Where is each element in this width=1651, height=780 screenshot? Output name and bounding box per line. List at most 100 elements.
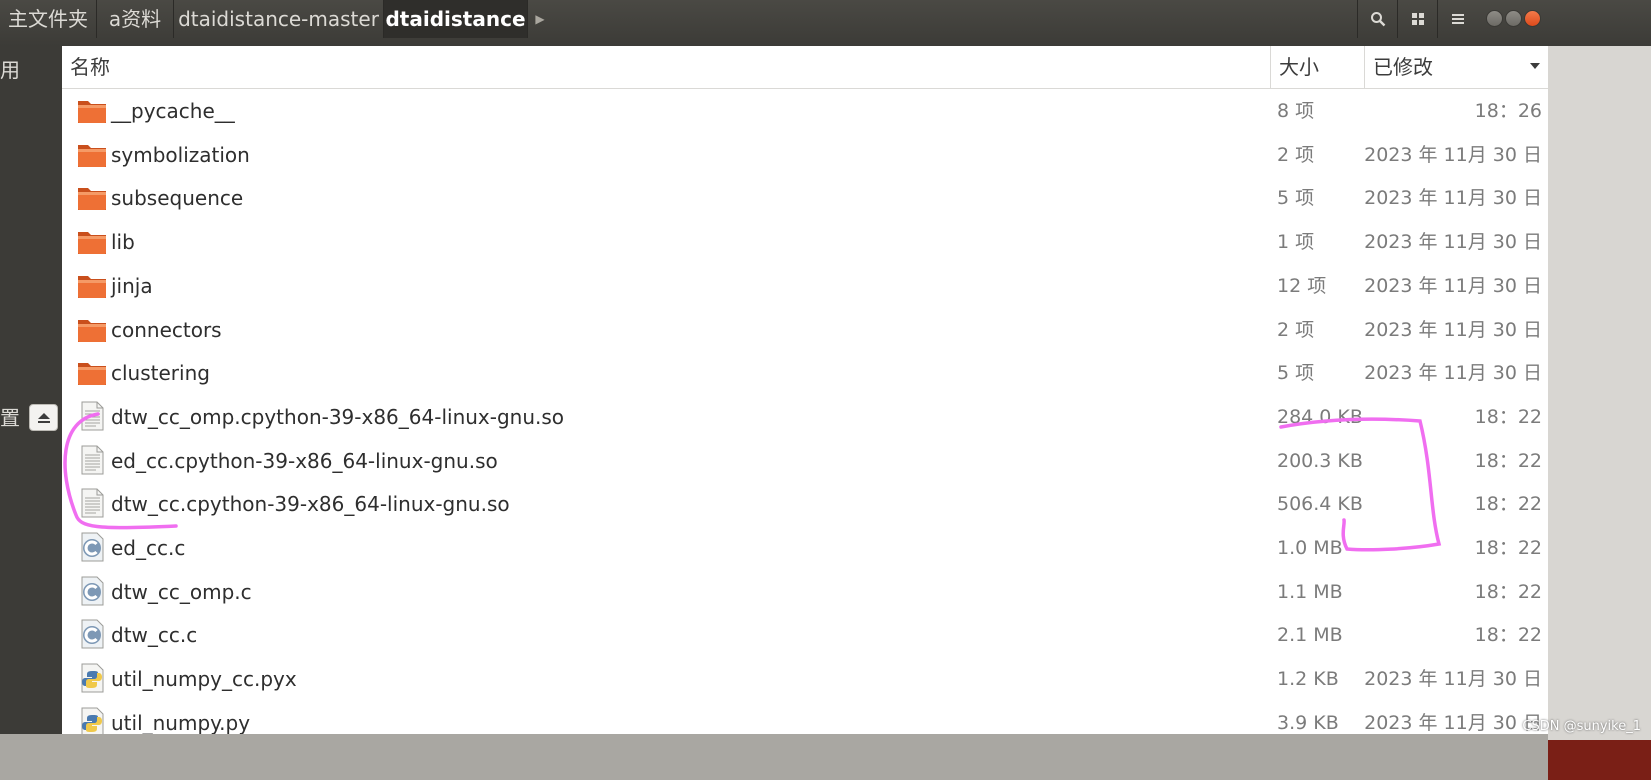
file-size: 506.4 KB bbox=[1277, 493, 1363, 516]
binary-file-icon bbox=[76, 401, 108, 431]
eject-button[interactable] bbox=[29, 404, 58, 431]
file-name: util_numpy.py bbox=[111, 710, 251, 734]
breadcrumb-scroll-right-icon[interactable]: ▶ bbox=[529, 0, 551, 38]
file-row[interactable]: __pycache__ 8 项 18：26 bbox=[62, 89, 1548, 133]
python-file-icon bbox=[76, 707, 108, 734]
file-name: __pycache__ bbox=[111, 99, 235, 123]
column-modified-label: 已修改 bbox=[1373, 55, 1433, 79]
search-icon bbox=[1370, 12, 1385, 27]
file-row[interactable]: ed_cc.c 1.0 MB 18：22 bbox=[62, 526, 1548, 570]
sidebar-item-label[interactable]: 置 bbox=[0, 402, 20, 431]
hamburger-menu-icon bbox=[1451, 14, 1464, 24]
folder-icon bbox=[76, 226, 108, 256]
file-name: ed_cc.c bbox=[111, 536, 186, 560]
search-button[interactable] bbox=[1357, 0, 1397, 38]
bottom-background bbox=[0, 734, 1548, 780]
file-row[interactable]: jinja 12 项 2023 年 11月 30 日 bbox=[62, 264, 1548, 308]
places-sidebar: 用 置 bbox=[0, 46, 62, 780]
file-row[interactable]: subsequence 5 项 2023 年 11月 30 日 bbox=[62, 176, 1548, 220]
file-name: jinja bbox=[111, 273, 153, 298]
file-name: dtw_cc.c bbox=[111, 623, 198, 648]
file-name: dtw_cc.cpython-39-x86_64-linux-gnu.so bbox=[111, 492, 510, 517]
file-size: 12 项 bbox=[1277, 274, 1327, 297]
file-modified: 2023 年 11月 30 日 bbox=[1364, 318, 1542, 341]
file-size: 200.3 KB bbox=[1277, 449, 1363, 472]
file-size: 5 项 bbox=[1277, 362, 1315, 385]
breadcrumb-dtaidistance-master[interactable]: dtaidistance-master bbox=[174, 0, 384, 38]
sidebar-item-label[interactable]: 用 bbox=[0, 54, 20, 83]
file-modified: 18：22 bbox=[1474, 537, 1542, 559]
file-row[interactable]: dtw_cc_omp.c 1.1 MB 18：22 bbox=[62, 570, 1548, 614]
file-size: 5 项 bbox=[1277, 187, 1315, 210]
file-size: 1.0 MB bbox=[1277, 537, 1343, 559]
maximize-button[interactable] bbox=[1505, 10, 1522, 27]
eject-icon bbox=[37, 412, 50, 423]
view-toggle-button[interactable] bbox=[1397, 0, 1437, 38]
file-row[interactable]: connectors 2 项 2023 年 11月 30 日 bbox=[62, 308, 1548, 352]
file-name: util_numpy_cc.pyx bbox=[111, 667, 297, 692]
c-source-file-icon bbox=[76, 532, 108, 562]
file-size: 2.1 MB bbox=[1277, 624, 1343, 647]
menu-button[interactable] bbox=[1437, 0, 1477, 38]
file-name: clustering bbox=[111, 361, 210, 386]
file-modified: 18：26 bbox=[1474, 100, 1542, 122]
file-row[interactable]: util_numpy.py 3.9 KB 2023 年 11月 30 日 bbox=[62, 701, 1548, 734]
c-source-file-icon bbox=[76, 576, 108, 606]
file-modified: 2023 年 11月 30 日 bbox=[1364, 274, 1542, 297]
file-modified: 18：22 bbox=[1474, 405, 1542, 428]
file-size: 2 项 bbox=[1277, 318, 1315, 341]
file-row[interactable]: clustering 5 项 2023 年 11月 30 日 bbox=[62, 351, 1548, 395]
file-modified: 18：22 bbox=[1474, 449, 1542, 472]
file-modified: 18：22 bbox=[1474, 493, 1542, 516]
file-name: dtw_cc_omp.c bbox=[111, 579, 252, 604]
breadcrumb-dtaidistance[interactable]: dtaidistance bbox=[384, 0, 528, 38]
breadcrumb-home[interactable]: 主文件夹 bbox=[0, 0, 97, 38]
file-name: ed_cc.cpython-39-x86_64-linux-gnu.so bbox=[111, 448, 498, 473]
file-modified: 2023 年 11月 30 日 bbox=[1364, 711, 1542, 734]
folder-icon bbox=[76, 270, 108, 300]
file-row[interactable]: dtw_cc.c 2.1 MB 18：22 bbox=[62, 613, 1548, 657]
file-row[interactable]: symbolization 2 项 2023 年 11月 30 日 bbox=[62, 133, 1548, 177]
column-size-header[interactable]: 大小 bbox=[1270, 46, 1364, 88]
title-bar: 主文件夹 a资料 dtaidistance-master dtaidistanc… bbox=[0, 0, 1651, 46]
file-row[interactable]: dtw_cc_omp.cpython-39-x86_64-linux-gnu.s… bbox=[62, 395, 1548, 439]
file-name: symbolization bbox=[111, 142, 250, 167]
file-size: 8 项 bbox=[1277, 100, 1315, 122]
file-modified: 2023 年 11月 30 日 bbox=[1364, 187, 1542, 210]
file-row[interactable]: dtw_cc.cpython-39-x86_64-linux-gnu.so 506… bbox=[62, 482, 1548, 526]
file-row[interactable]: ed_cc.cpython-39-x86_64-linux-gnu.so 200.… bbox=[62, 439, 1548, 483]
file-list-view: 名称 大小 已修改 __pycache__ 8 项 18：26 symbolizati… bbox=[62, 46, 1548, 734]
file-name: subsequence bbox=[111, 186, 244, 211]
desktop-accent bbox=[1548, 740, 1651, 780]
file-size: 1.2 KB bbox=[1277, 668, 1339, 691]
file-modified: 2023 年 11月 30 日 bbox=[1364, 362, 1542, 385]
watermark: CSDN @sunyike_1 bbox=[1522, 719, 1641, 734]
binary-file-icon bbox=[76, 445, 108, 475]
file-row[interactable]: lib 1 项 2023 年 11月 30 日 bbox=[62, 220, 1548, 264]
file-modified: 2023 年 11月 30 日 bbox=[1364, 668, 1542, 691]
folder-icon bbox=[76, 357, 108, 387]
file-modified: 2023 年 11月 30 日 bbox=[1364, 231, 1542, 254]
file-name: lib bbox=[111, 230, 135, 255]
folder-icon bbox=[76, 182, 108, 212]
file-modified: 18：22 bbox=[1474, 580, 1542, 603]
column-modified-header[interactable]: 已修改 bbox=[1364, 46, 1548, 88]
folder-icon bbox=[76, 95, 108, 125]
minimize-button[interactable] bbox=[1486, 10, 1503, 27]
column-name-header[interactable]: 名称 bbox=[62, 46, 1270, 88]
python-file-icon bbox=[76, 663, 108, 693]
c-source-file-icon bbox=[76, 619, 108, 649]
column-header: 名称 大小 已修改 bbox=[62, 46, 1548, 89]
binary-file-icon bbox=[76, 488, 108, 518]
folder-icon bbox=[76, 314, 108, 344]
file-size: 3.9 KB bbox=[1277, 711, 1339, 734]
file-name: dtw_cc_omp.cpython-39-x86_64-linux-gnu.s… bbox=[111, 404, 565, 429]
folder-icon bbox=[76, 139, 108, 169]
file-row[interactable]: util_numpy_cc.pyx 1.2 KB 2023 年 11月 30 日 bbox=[62, 657, 1548, 701]
close-button[interactable] bbox=[1524, 10, 1541, 27]
breadcrumb-a-ziliao[interactable]: a资料 bbox=[97, 0, 174, 38]
grid-view-icon bbox=[1411, 13, 1424, 25]
file-size: 284.0 KB bbox=[1277, 405, 1363, 428]
file-name: connectors bbox=[111, 317, 222, 342]
desktop-background-strip bbox=[1548, 46, 1651, 780]
